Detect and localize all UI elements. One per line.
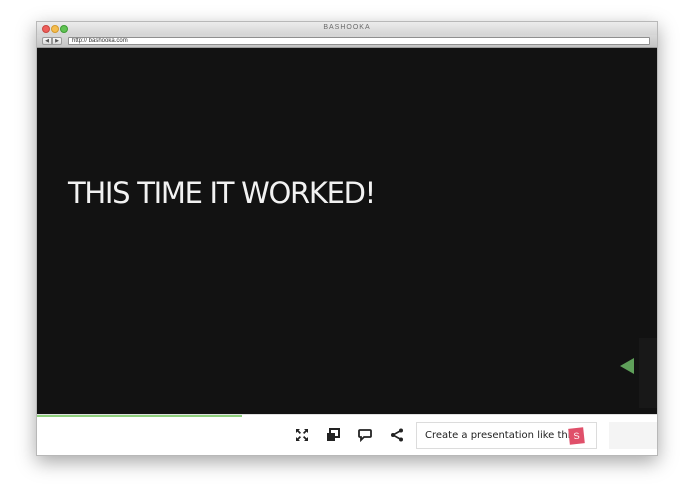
footer-filler [609, 422, 657, 449]
browser-window: BASHOOKA ◀ ▶ http:// bashooka.com THIS T… [36, 21, 658, 456]
slide-heading: THIS TIME IT WORKED! [68, 176, 376, 210]
window-title: BASHOOKA [323, 24, 371, 31]
title-bar: BASHOOKA [37, 22, 657, 35]
share-button[interactable] [386, 424, 408, 446]
fullscreen-button[interactable] [291, 424, 313, 446]
create-presentation-button[interactable]: Create a presentation like this S [416, 422, 597, 449]
create-presentation-label: Create a presentation like this [425, 430, 576, 441]
comment-button[interactable] [354, 424, 376, 446]
browser-toolbar: ◀ ▶ http:// bashooka.com [37, 35, 657, 48]
progress-bar [37, 415, 657, 417]
embed-button[interactable] [322, 424, 344, 446]
address-bar[interactable]: http:// bashooka.com [68, 37, 650, 45]
forward-button[interactable]: ▶ [52, 37, 62, 45]
embed-icon [327, 428, 340, 441]
presentation-footer: Create a presentation like this S [37, 414, 657, 455]
fullscreen-icon [296, 429, 308, 441]
slides-logo-icon: S [568, 427, 585, 445]
previous-slide-arrow-icon[interactable] [620, 358, 634, 374]
progress-bar-fill [37, 415, 242, 417]
slide-nav-column [639, 338, 657, 408]
share-icon [391, 428, 403, 442]
back-button[interactable]: ◀ [42, 37, 52, 45]
comment-icon [358, 429, 372, 442]
slide-viewport: THIS TIME IT WORKED! [37, 48, 657, 414]
